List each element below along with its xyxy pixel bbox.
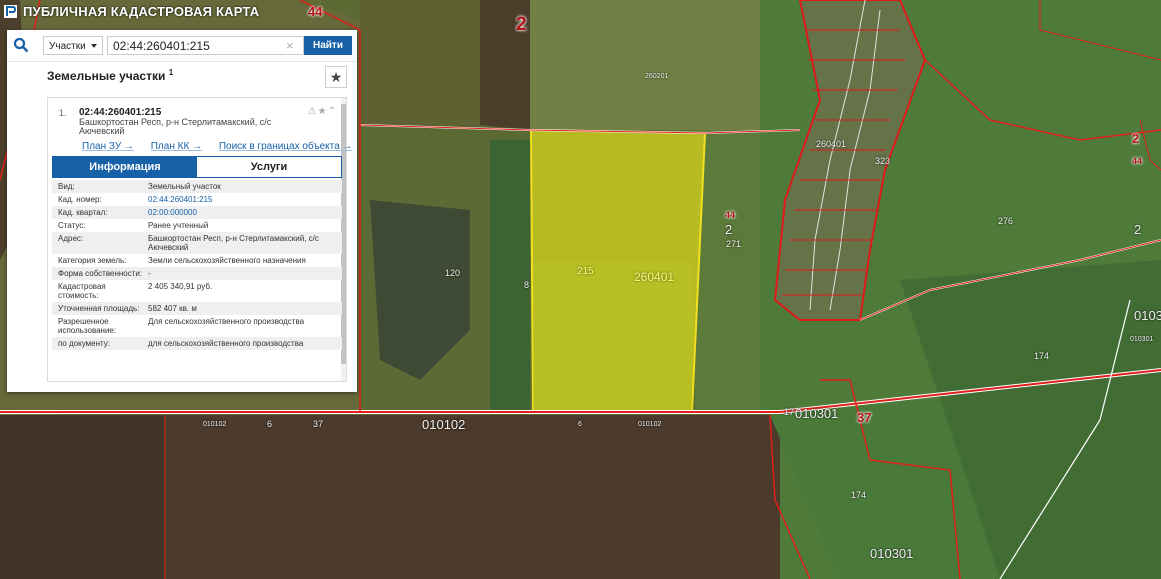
plan-zu-link[interactable]: План ЗУ →: [82, 141, 134, 152]
map-label: 010301: [870, 546, 914, 561]
map-label: 010102: [638, 421, 662, 428]
property-value: Земельный участок: [148, 182, 221, 191]
map-label: 2: [1134, 222, 1142, 237]
app-header: ПУБЛИЧНАЯ КАДАСТРОВАЯ КАРТА: [0, 0, 259, 22]
chevron-down-icon: [91, 44, 97, 48]
property-key: Уточненная площадь:: [58, 304, 140, 313]
map-label: 010102: [203, 421, 227, 428]
map-label: 2: [725, 222, 733, 237]
tab-info[interactable]: Информация: [53, 157, 197, 177]
map-label: 8: [524, 280, 530, 290]
property-row: Кад. квартал: 02:00:000000: [52, 206, 342, 219]
map-label: 17: [784, 407, 795, 417]
section-title-text: Земельные участки: [47, 69, 166, 83]
map-label: 6: [578, 421, 582, 428]
star-icon: ★: [329, 69, 343, 85]
property-value: Башкортостан Респ, р-н Стерлитамакский, …: [148, 234, 319, 252]
search-bar: Участки × Найти: [7, 30, 357, 62]
chevron-up-icon[interactable]: ⌃: [328, 106, 337, 117]
tab-services[interactable]: Услуги: [197, 157, 341, 177]
property-value: -: [148, 269, 151, 278]
map-label: 323: [875, 156, 891, 166]
map-label: 260401: [816, 139, 847, 149]
result-card: 1. 02:44:260401:215 Башкортостан Респ, р…: [47, 97, 352, 382]
clear-icon[interactable]: ×: [286, 36, 294, 55]
map-label: 010102: [422, 417, 466, 432]
property-row: Адрес: Башкортостан Респ, р-н Стерлитама…: [52, 232, 342, 254]
map-label: 44: [308, 4, 323, 19]
property-key: Вид:: [58, 182, 75, 191]
property-value: Земли сельскохозяйственного назначения: [148, 256, 306, 265]
app-title: ПУБЛИЧНАЯ КАДАСТРОВАЯ КАРТА: [23, 3, 260, 19]
result-links: План ЗУ → План КК → Поиск в границах объ…: [82, 141, 366, 152]
result-tabs: Информация Услуги: [52, 156, 342, 178]
search-type-select[interactable]: Участки: [43, 36, 103, 55]
map-label: 010301: [1130, 336, 1154, 343]
map-label: 44: [1132, 156, 1143, 166]
property-row: Форма собственности: -: [52, 267, 342, 280]
map-label: 44: [725, 210, 736, 220]
property-row: Кадастровая стоимость: 2 405 340,91 руб.: [52, 280, 342, 302]
property-value: для сельскохозяйственного производства: [148, 339, 304, 348]
map-label: 276: [998, 216, 1014, 226]
map-label: 120: [445, 268, 461, 278]
property-key: Категория земель:: [58, 256, 127, 265]
map-label: 6: [267, 419, 273, 429]
property-key: Кад. квартал:: [58, 208, 108, 217]
section-count: 1: [168, 68, 174, 77]
find-button[interactable]: Найти: [304, 36, 352, 55]
property-value: Ранее учтенный: [148, 221, 209, 230]
map-label: 010301: [795, 406, 839, 421]
result-address: Башкортостан Респ, р-н Стерлитамакский, …: [79, 117, 272, 136]
property-value-link[interactable]: 02:44:260401:215: [148, 195, 342, 204]
property-row: по документу: для сельскохозяйственного …: [52, 337, 342, 350]
property-row: Уточненная площадь: 582 407 кв. м: [52, 302, 342, 315]
map-label: 215: [577, 266, 594, 277]
favorites-button[interactable]: ★: [325, 66, 347, 88]
property-value-link[interactable]: 02:00:000000: [148, 208, 342, 217]
map-label: 174: [851, 490, 867, 500]
search-type-label: Участки: [49, 41, 86, 52]
map-label: 2: [1132, 131, 1140, 146]
property-row: Категория земель: Земли сельскохозяйстве…: [52, 254, 342, 267]
property-value: Для сельскохозяйственного производства: [148, 317, 305, 326]
plan-kk-link[interactable]: План КК →: [151, 141, 202, 152]
property-row: Статус: Ранее учтенный: [52, 219, 342, 232]
property-row: Вид: Земельный участок: [52, 180, 342, 193]
property-key: Адрес:: [58, 234, 84, 243]
section-title: Земельные участки 1: [47, 68, 173, 83]
search-panel: Участки × Найти Земельные участки 1 ★ 1.…: [7, 30, 357, 392]
map-label: 271: [726, 239, 742, 249]
map-label: 37: [313, 419, 324, 429]
property-key: Кадастровая стоимость:: [58, 282, 106, 300]
star-icon[interactable]: ★: [318, 106, 328, 117]
map-label: 010301: [1134, 308, 1161, 323]
property-key: Кад. номер:: [58, 195, 102, 204]
property-row: Разрешенное использование: Для сельскохо…: [52, 315, 342, 337]
property-value: 582 407 кв. м: [148, 304, 197, 313]
map-label: 260201: [645, 73, 669, 80]
property-value: 2 405 340,91 руб.: [148, 282, 213, 291]
property-row: Кад. номер: 02:44:260401:215: [52, 193, 342, 206]
property-key: Форма собственности:: [58, 269, 143, 278]
logo-icon: [4, 4, 17, 18]
map-label: 174: [1034, 351, 1050, 361]
result-index: 1.: [59, 108, 67, 118]
search-input[interactable]: [107, 36, 304, 55]
map-label: 37: [857, 410, 872, 425]
map-label: 260401: [634, 270, 675, 284]
property-key: Разрешенное использование:: [58, 317, 117, 335]
search-icon[interactable]: [13, 37, 29, 53]
result-actions: ⚠★⌃: [308, 106, 337, 117]
property-key: Статус:: [58, 221, 86, 230]
properties-table: Вид: Земельный участок Кад. номер: 02:44…: [52, 180, 342, 350]
warning-icon[interactable]: ⚠: [308, 106, 318, 117]
map-label: 2: [516, 14, 527, 35]
property-key: по документу:: [58, 339, 110, 348]
search-in-bounds-link[interactable]: Поиск в границах объекта →: [219, 141, 353, 152]
